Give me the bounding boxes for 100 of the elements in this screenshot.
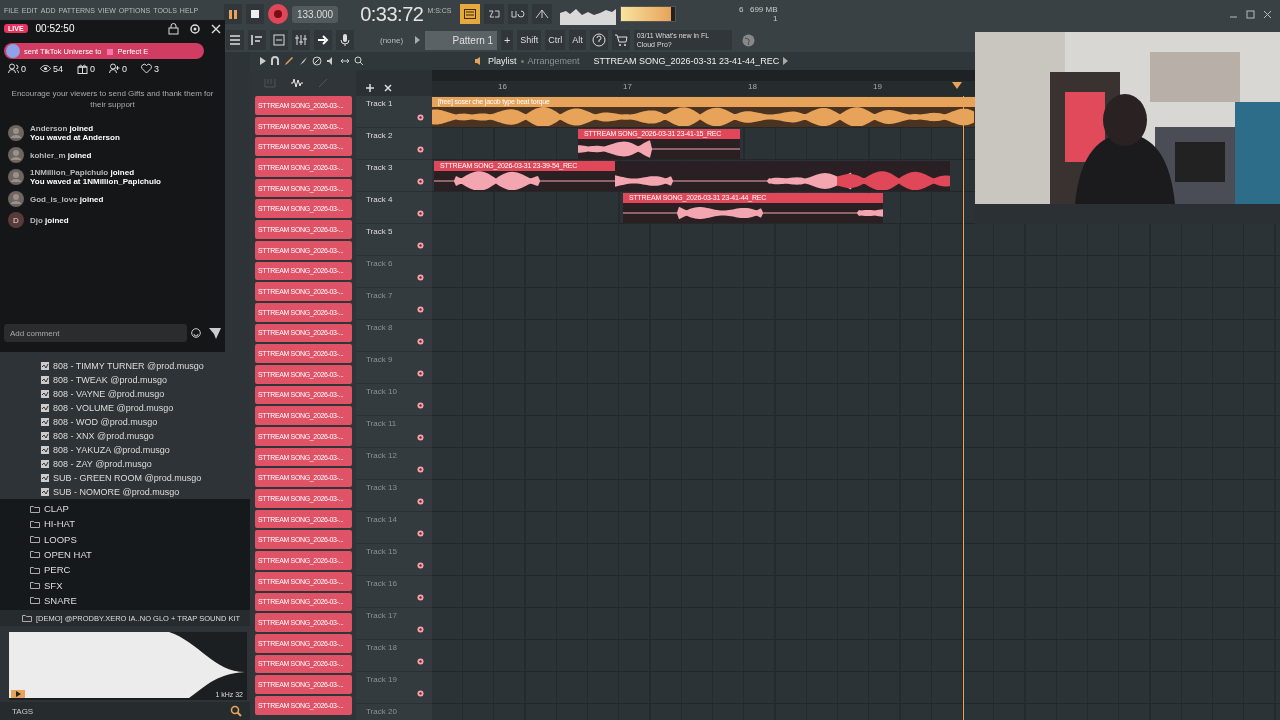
pause-button[interactable] (224, 4, 242, 24)
play-button[interactable] (11, 690, 25, 698)
track-name[interactable]: Track 6 (366, 259, 393, 268)
sample-item[interactable]: 808 - XNX @prod.musgo (53, 430, 154, 441)
track-name[interactable]: Track 1 (366, 99, 393, 108)
record-arm-icon[interactable] (417, 626, 424, 633)
arrow-button[interactable] (314, 30, 332, 50)
zoom-icon[interactable] (354, 56, 364, 66)
track-name[interactable]: Track 17 (366, 611, 397, 620)
track-name[interactable]: Track 8 (366, 323, 393, 332)
close-icon[interactable] (211, 23, 221, 34)
track-name[interactable]: Track 14 (366, 515, 397, 524)
pencil-icon[interactable] (284, 56, 294, 66)
track-name[interactable]: Track 15 (366, 547, 397, 556)
loop-record-button[interactable] (507, 4, 528, 24)
mixer-button[interactable] (292, 30, 310, 50)
track-name[interactable]: Track 4 (366, 195, 393, 204)
sample-item[interactable]: SUB - GREEN ROOM @prod.musgo (53, 472, 202, 483)
piano-roll-button[interactable] (248, 30, 266, 50)
play-arrow-icon[interactable] (260, 57, 266, 65)
sample-item[interactable]: SUB - NOMORE @prod.musgo (53, 486, 180, 497)
track-name[interactable]: Track 13 (366, 483, 397, 492)
record-arm-icon[interactable] (417, 274, 424, 281)
record-arm-icon[interactable] (417, 370, 424, 377)
record-arm-icon[interactable] (417, 530, 424, 537)
emoji-icon[interactable] (191, 328, 201, 338)
settings-icon[interactable] (189, 22, 201, 35)
folder-item[interactable]: OPEN HAT (44, 548, 92, 560)
track-name[interactable]: Track 18 (366, 643, 397, 652)
tags-label[interactable]: TAGS (12, 706, 34, 716)
close-icon[interactable] (384, 84, 392, 92)
delete-icon[interactable] (312, 56, 322, 66)
metronome-button[interactable] (531, 4, 552, 24)
record-arm-icon[interactable] (417, 306, 424, 313)
folder-item[interactable]: SFX (44, 579, 63, 591)
track-name[interactable]: Track 11 (366, 419, 397, 428)
folder-item[interactable]: SNARE (44, 594, 77, 606)
folder-item[interactable]: PERC (44, 564, 71, 576)
track-name[interactable]: Track 3 (366, 163, 393, 172)
play-arrow-icon[interactable] (413, 35, 422, 45)
track-name[interactable]: Track 12 (366, 451, 397, 460)
send-icon[interactable] (209, 327, 221, 339)
channel-rack-button[interactable] (270, 30, 288, 50)
add-icon[interactable] (366, 84, 374, 92)
record-arm-icon[interactable] (417, 114, 424, 121)
sample-item[interactable]: 808 - YAKUZA @prod.musgo (53, 444, 170, 455)
track-name[interactable]: Track 7 (366, 291, 393, 300)
record-arm-icon[interactable] (417, 338, 424, 345)
record-arm-icon[interactable] (417, 498, 424, 505)
record-arm-icon[interactable] (417, 402, 424, 409)
track-name[interactable]: Track 10 (366, 387, 397, 396)
modifier-key-button[interactable]: Shift (517, 30, 542, 50)
track-name[interactable]: Track 9 (366, 355, 393, 364)
record-arm-icon[interactable] (417, 594, 424, 601)
view-label[interactable]: Arrangement (527, 56, 580, 66)
sample-item[interactable]: 808 - TWEAK @prod.musgo (53, 374, 168, 385)
record-arm-icon[interactable] (417, 658, 424, 665)
track-name[interactable]: Track 5 (366, 227, 393, 236)
record-arm-icon[interactable] (417, 210, 424, 217)
microphone-button[interactable] (336, 30, 354, 50)
help-button[interactable] (589, 30, 608, 50)
track-name[interactable]: Track 19 (366, 675, 397, 684)
waveform-icon[interactable] (290, 78, 304, 88)
record-arm-icon[interactable] (417, 146, 424, 153)
stop-button[interactable] (246, 4, 264, 24)
track-name[interactable]: Track 2 (366, 131, 393, 140)
lock-icon[interactable] (168, 22, 179, 35)
record-arm-icon[interactable] (417, 466, 424, 473)
restore-icon[interactable] (1246, 9, 1255, 19)
slip-icon[interactable] (340, 56, 350, 66)
timeline-ruler[interactable]: 16 17 18 19 (432, 81, 975, 96)
comment-field[interactable]: Add comment (4, 324, 187, 342)
add-pattern-button[interactable]: + (501, 30, 514, 50)
sample-item[interactable]: 808 - VAYNE @prod.musgo (53, 388, 165, 399)
channel-selector[interactable]: (none) (380, 35, 404, 45)
arrangement-selector[interactable]: STTREAM SONG_2026-03-31 23-41-44_REC (593, 56, 780, 66)
sample-item[interactable]: 808 - TIMMY TURNER @prod.musgo (53, 360, 204, 371)
globe-icon[interactable] (741, 33, 755, 47)
record-arm-icon[interactable] (417, 242, 424, 249)
sample-item[interactable]: 808 - ZAY @prod.musgo (53, 458, 152, 469)
modifier-key-button[interactable]: Alt (569, 30, 586, 50)
track-name[interactable]: Track 16 (366, 579, 397, 588)
folder-item[interactable]: HI-HAT (44, 518, 75, 530)
record-arm-icon[interactable] (417, 690, 424, 697)
pattern-selector[interactable]: Pattern 1 (425, 30, 498, 50)
caret-icon[interactable] (783, 57, 789, 65)
sample-item[interactable]: 808 - WOD @prod.musgo (53, 416, 158, 427)
cart-button[interactable] (611, 30, 630, 50)
search-icon[interactable] (230, 705, 242, 717)
record-arm-icon[interactable] (417, 434, 424, 441)
magnet-icon[interactable] (270, 56, 280, 66)
record-arm-icon[interactable] (417, 178, 424, 185)
typing-keyboard-button[interactable] (459, 4, 480, 24)
folder-item[interactable]: CLAP (44, 503, 69, 515)
playlist-button[interactable] (226, 30, 244, 50)
countdown-button[interactable] (483, 4, 504, 24)
record-arm-icon[interactable] (417, 562, 424, 569)
sample-item[interactable]: 808 - VOLUME @prod.musgo (53, 402, 174, 413)
modifier-key-button[interactable]: Ctrl (545, 30, 566, 50)
tempo-display[interactable]: 133.000 (292, 5, 339, 23)
